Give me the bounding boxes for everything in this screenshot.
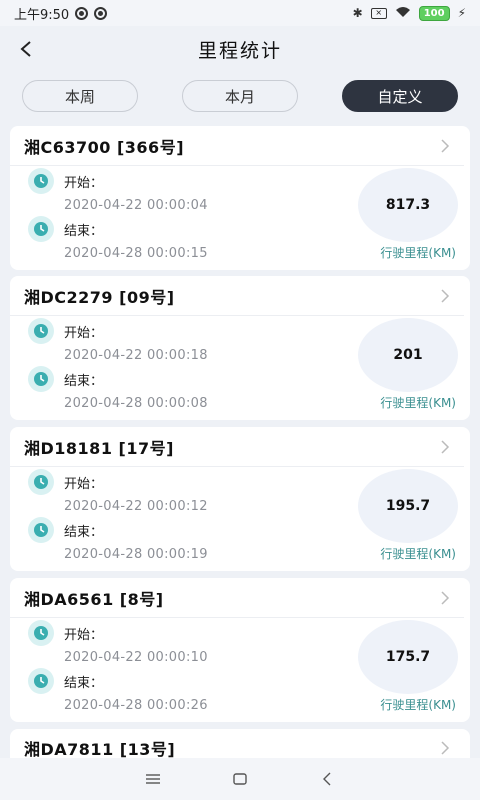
end-time: 2020-04-28 00:00:26	[64, 698, 208, 713]
notification-icon	[75, 6, 89, 20]
clock-icon	[28, 318, 54, 344]
sim-icon: ×	[370, 7, 387, 19]
clock-icon	[28, 216, 54, 242]
filter-this-month-button[interactable]: 本月	[182, 80, 298, 112]
mileage-label: 行驶里程(KM)	[380, 547, 456, 561]
home-icon	[233, 773, 247, 785]
mileage-label: 行驶里程(KM)	[380, 396, 456, 410]
end-label: 结束：	[64, 223, 104, 239]
start-time: 2020-04-22 00:00:04	[64, 198, 208, 213]
chevron-right-icon	[441, 288, 450, 303]
card-header: 湘D18181 [17号]	[10, 427, 464, 467]
clock-icon	[28, 668, 54, 694]
clock-icon	[28, 517, 54, 543]
mileage-value: 201	[358, 318, 458, 392]
menu-button[interactable]	[141, 767, 165, 791]
filter-tabs: 本周 本月 自定义	[0, 78, 480, 114]
chevron-left-icon	[20, 41, 31, 57]
filter-this-week-button[interactable]: 本周	[22, 80, 138, 112]
start-time: 2020-04-22 00:00:12	[64, 499, 208, 514]
start-label: 开始：	[64, 175, 104, 191]
plate-number: 湘DC2279 [09号]	[24, 287, 175, 307]
start-label: 开始：	[64, 325, 104, 341]
end-time: 2020-04-28 00:00:15	[64, 246, 208, 261]
end-row: 结束：	[28, 517, 103, 543]
chevron-right-icon	[441, 741, 450, 755]
back-button[interactable]	[10, 32, 42, 66]
clock-icon	[28, 168, 54, 194]
wifi-icon	[395, 6, 411, 21]
end-time: 2020-04-28 00:00:19	[64, 547, 208, 562]
plate-number: 湘C63700 [366号]	[24, 137, 185, 157]
filter-custom-button[interactable]: 自定义	[342, 80, 458, 112]
end-row: 结束：	[28, 216, 103, 242]
end-row: 结束：	[28, 668, 103, 694]
menu-icon	[146, 774, 161, 784]
system-nav-bar	[0, 758, 480, 800]
start-row: 开始：	[28, 168, 103, 194]
start-time: 2020-04-22 00:00:10	[64, 650, 208, 665]
bluetooth-icon: ✱	[352, 6, 363, 20]
end-time: 2020-04-28 00:00:08	[64, 396, 208, 411]
clock-icon	[28, 469, 54, 495]
charging-icon: ⚡	[457, 6, 466, 20]
card-header: 湘DA6561 [8号]	[10, 578, 464, 618]
mileage-value: 195.7	[358, 469, 458, 543]
chevron-right-icon	[441, 439, 450, 454]
card-header: 湘C63700 [366号]	[10, 126, 464, 166]
card-header: 湘DC2279 [09号]	[10, 276, 464, 316]
nav-bar: 里程统计	[0, 26, 480, 72]
start-row: 开始：	[28, 469, 103, 495]
plate-number: 湘DA6561 [8号]	[24, 589, 164, 609]
list-item[interactable]: 湘D18181 [17号] 开始： 2020-04-22 00:00:12 结束…	[10, 427, 470, 571]
back-nav-button[interactable]	[315, 767, 339, 791]
plate-number: 湘D18181 [17号]	[24, 438, 174, 458]
list-item[interactable]: 湘DA6561 [8号] 开始： 2020-04-22 00:00:10 结束：…	[10, 578, 470, 722]
clock-icon	[28, 366, 54, 392]
status-time: 上午9:50	[14, 7, 70, 23]
notification-icon	[94, 6, 108, 20]
mileage-label: 行驶里程(KM)	[380, 246, 456, 260]
start-label: 开始：	[64, 476, 104, 492]
home-button[interactable]	[228, 767, 252, 791]
end-label: 结束：	[64, 524, 104, 540]
list-item[interactable]: 湘DC2279 [09号] 开始： 2020-04-22 00:00:18 结束…	[10, 276, 470, 420]
start-time: 2020-04-22 00:00:18	[64, 348, 208, 363]
end-label: 结束：	[64, 373, 104, 389]
mileage-label: 行驶里程(KM)	[380, 698, 456, 712]
mileage-value: 817.3	[358, 168, 458, 242]
back-icon	[322, 772, 331, 786]
list-item[interactable]: 湘DA7811 [13号]	[10, 729, 470, 759]
end-label: 结束：	[64, 675, 104, 691]
clock-icon	[28, 620, 54, 646]
chevron-right-icon	[441, 138, 450, 153]
end-row: 结束：	[28, 366, 103, 392]
plate-number: 湘DA7811 [13号]	[24, 740, 176, 759]
page-title: 里程统计	[197, 39, 282, 62]
start-label: 开始：	[64, 627, 104, 643]
chevron-right-icon	[441, 590, 450, 605]
battery-icon: 100	[418, 5, 450, 21]
status-bar: 上午9:50 ✱ × 100 ⚡	[0, 0, 480, 26]
list-item[interactable]: 湘C63700 [366号] 开始： 2020-04-22 00:00:04 结…	[10, 126, 470, 270]
mileage-value: 175.7	[358, 620, 458, 694]
start-row: 开始：	[28, 318, 103, 344]
start-row: 开始：	[28, 620, 103, 646]
